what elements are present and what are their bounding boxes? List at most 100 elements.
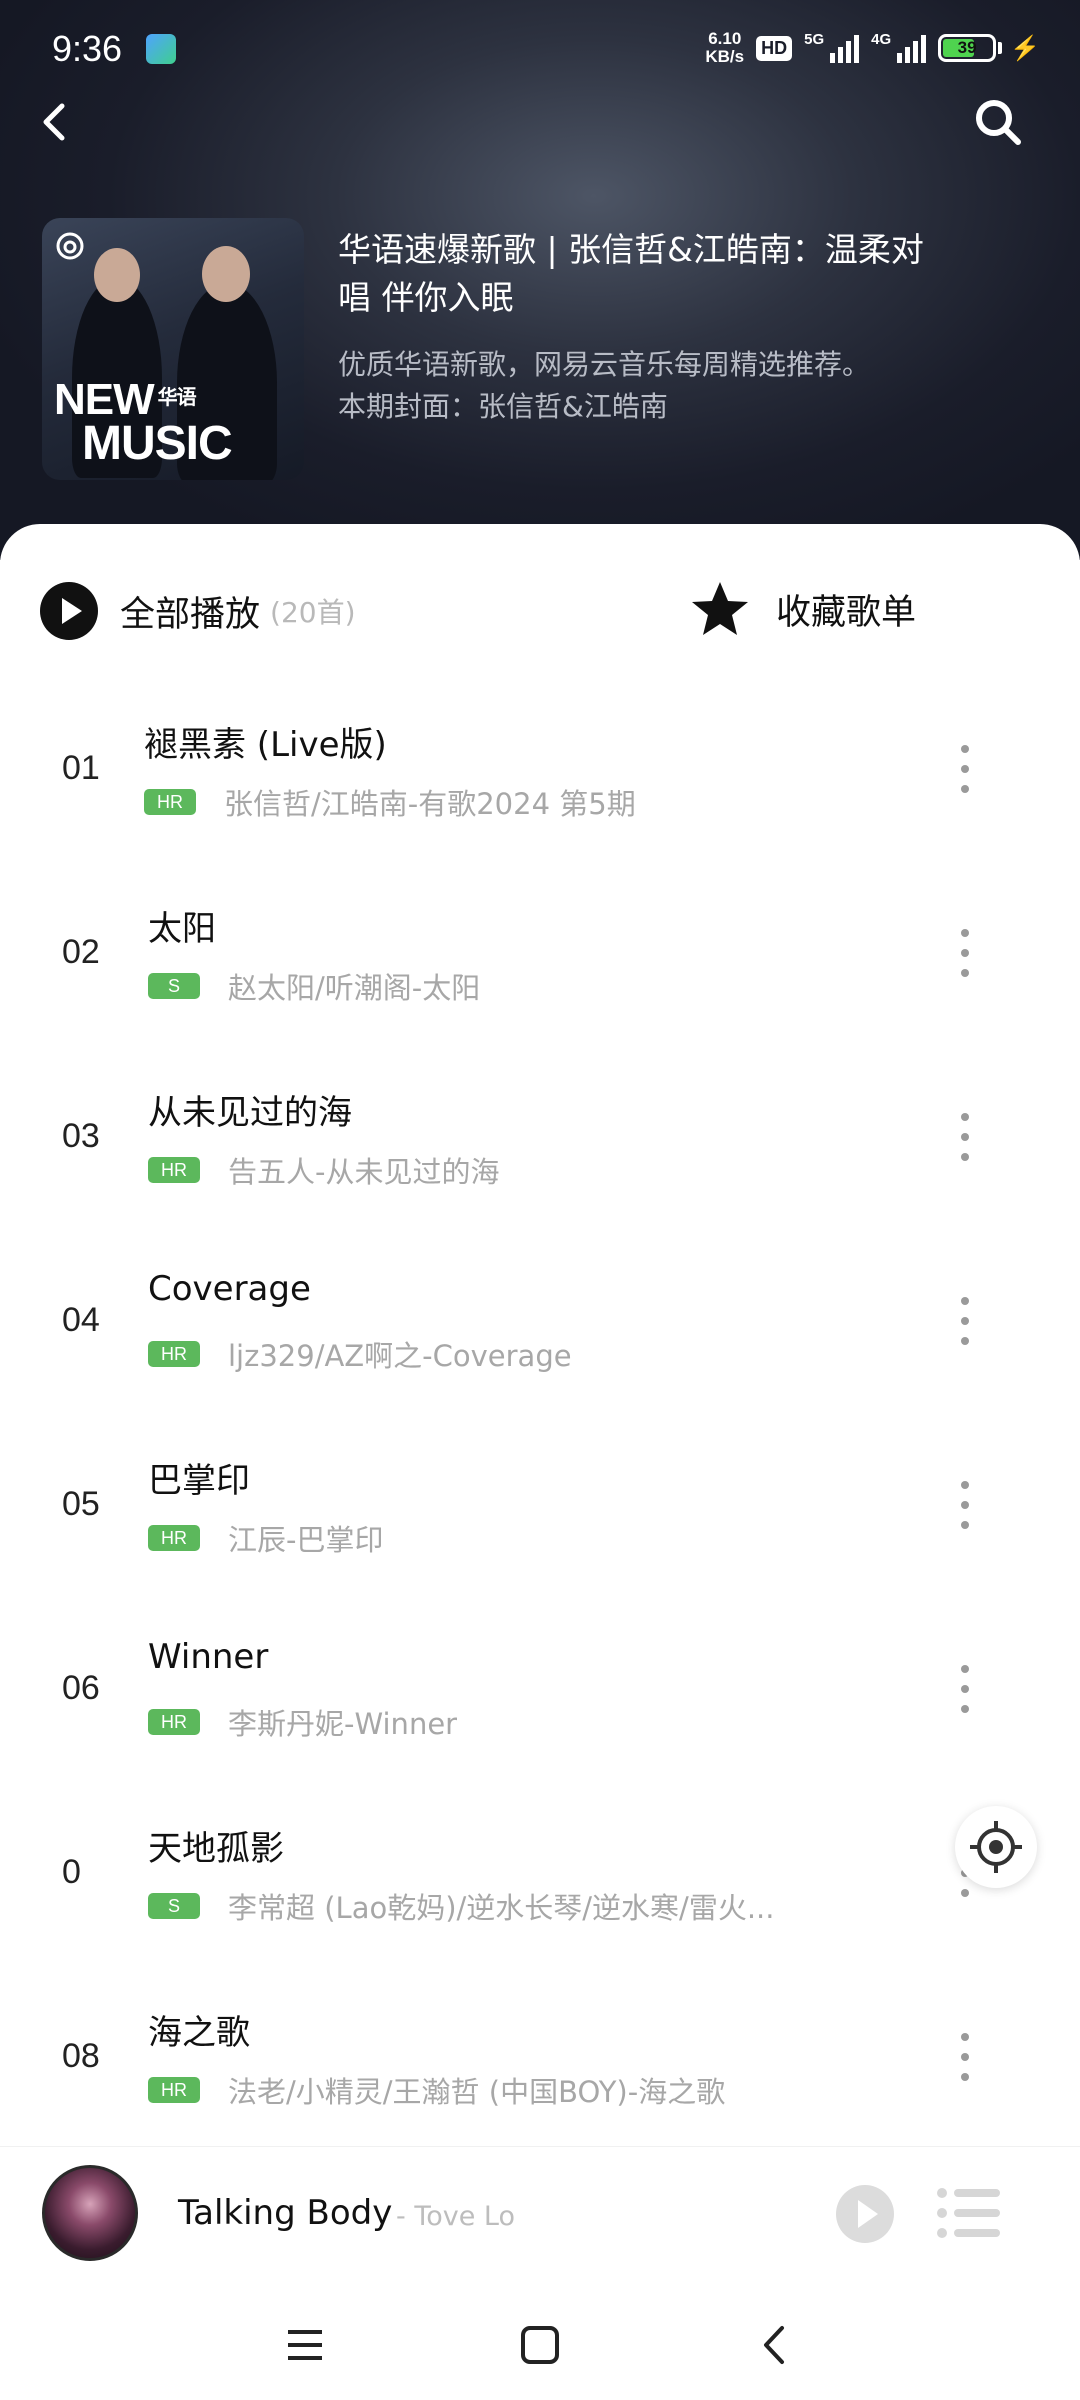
song-list: 01 褪黑素 (Live版) HR 张信哲/江皓南-有歌2024 第5期 02 … (0, 681, 1080, 2153)
song-number: 02 (62, 933, 100, 971)
playlist-queue-icon[interactable] (936, 2185, 1002, 2241)
song-title: 从未见过的海 (148, 1093, 352, 1133)
quality-badge: HR (144, 789, 196, 815)
song-row[interactable]: 03 从未见过的海 HR 告五人-从未见过的海 (0, 1049, 1080, 1233)
song-number: 08 (62, 2037, 100, 2075)
song-artist: 李斯丹妮-Winner (228, 1707, 458, 1741)
signal-4g-icon: 4G (871, 31, 927, 63)
status-time: 9:36 (52, 28, 123, 69)
song-artist: 李常超 (Lao乾妈)/逆水长琴/逆水寒/雷火... (228, 1891, 775, 1925)
song-meta: HR 告五人-从未见过的海 (148, 1149, 848, 1191)
signal-4g-label: 4G (871, 31, 892, 48)
battery-level: 39 (957, 38, 977, 57)
quality-badge: HR (148, 1341, 200, 1367)
battery-icon: 39 ⚡ (938, 34, 1040, 63)
more-options-icon[interactable] (950, 1475, 980, 1535)
network-speed: 6.10 KB/s (705, 30, 744, 66)
status-indicators: 6.10 KB/s HD 5G 4G 39 ⚡ (705, 30, 1040, 66)
song-list-sheet: 全部播放 (20首) 收藏歌单 01 褪黑素 (Live版) HR 张信哲/江皓… (0, 524, 1080, 2400)
now-playing-title: Talking Body (178, 2193, 393, 2233)
song-row[interactable]: 01 褪黑素 (Live版) HR 张信哲/江皓南-有歌2024 第5期 (0, 681, 1080, 865)
menu-icon[interactable] (280, 2320, 330, 2370)
play-button[interactable] (836, 2185, 894, 2243)
play-all-icon (40, 582, 98, 640)
locate-current-song-button[interactable] (955, 1806, 1037, 1888)
song-meta: S 李常超 (Lao乾妈)/逆水长琴/逆水寒/雷火... (148, 1885, 848, 1927)
song-meta: HR 张信哲/江皓南-有歌2024 第5期 (144, 781, 844, 823)
song-number: 06 (62, 1669, 100, 1707)
song-title: Coverage (148, 1269, 311, 1309)
system-navigation-bar (0, 2290, 1080, 2400)
song-number: 05 (62, 1485, 100, 1523)
song-row[interactable]: 05 巴掌印 HR 江辰-巴掌印 (0, 1417, 1080, 1601)
more-options-icon[interactable] (950, 1107, 980, 1167)
song-meta: HR 江辰-巴掌印 (148, 1517, 848, 1559)
back-icon[interactable] (36, 96, 76, 148)
playlist-description-text: 优质华语新歌，网易云音乐每周精选推荐。 (338, 348, 871, 381)
quality-badge: HR (148, 2077, 200, 2103)
song-artist: 法老/小精灵/王瀚哲 (中国BOY)-海之歌 (228, 2075, 726, 2109)
song-artist: 告五人-从未见过的海 (228, 1155, 500, 1189)
song-number: 01 (62, 749, 100, 787)
more-options-icon[interactable] (950, 1659, 980, 1719)
play-all-label: 全部播放 (120, 594, 261, 635)
song-count: (20首) (270, 596, 356, 629)
more-options-icon[interactable] (950, 1291, 980, 1351)
song-title: 海之歌 (148, 2013, 250, 2053)
playlist-cover[interactable]: NEW 华语 MUSIC (42, 218, 304, 480)
song-artist: 赵太阳/听潮阁-太阳 (228, 971, 481, 1005)
song-number: 03 (62, 1117, 100, 1155)
network-speed-unit: KB/s (705, 47, 745, 66)
song-title: 巴掌印 (148, 1461, 250, 1501)
song-title: 褪黑素 (Live版) (144, 725, 387, 765)
song-row[interactable]: 0 天地孤影 S 李常超 (Lao乾妈)/逆水长琴/逆水寒/雷火... (0, 1785, 1080, 1969)
signal-5g-label: 5G (804, 31, 825, 48)
now-playing-artist: - Tove Lo (396, 2201, 516, 2232)
quality-badge: S (148, 1893, 200, 1919)
song-artist: 江辰-巴掌印 (228, 1523, 384, 1557)
status-bar: 9:36 6.10 KB/s HD 5G 4G 39 ⚡ (0, 0, 1080, 100)
song-artist: 张信哲/江皓南-有歌2024 第5期 (224, 787, 636, 821)
more-options-icon[interactable] (950, 739, 980, 799)
song-row[interactable]: 04 Coverage HR ljz329/AZ啊之-Coverage (0, 1233, 1080, 1417)
cover-text-music: MUSIC (82, 417, 233, 470)
more-options-icon[interactable] (950, 2027, 980, 2087)
quality-badge: HR (148, 1525, 200, 1551)
play-all-button[interactable]: 全部播放 (20首) (40, 582, 356, 640)
playlist-title: 华语速爆新歌 | 张信哲&江皓南：温柔对唱 伴你入眠 (338, 230, 924, 317)
playlist-description[interactable]: 优质华语新歌，网易云音乐每周精选推荐。 本期封面：张信哲&江皓南 (338, 344, 938, 428)
cover-face-right (202, 246, 250, 302)
song-meta: HR ljz329/AZ啊之-Coverage (148, 1333, 848, 1375)
song-title: 太阳 (148, 909, 216, 949)
gallery-notification-icon (146, 34, 176, 64)
crosshair-icon (970, 1821, 1022, 1873)
song-meta: HR 法老/小精灵/王瀚哲 (中国BOY)-海之歌 (148, 2069, 848, 2111)
collect-playlist-button[interactable]: 收藏歌单 (690, 580, 916, 638)
signal-5g-icon: 5G (804, 31, 860, 63)
song-artist: ljz329/AZ啊之-Coverage (228, 1339, 572, 1373)
song-number: 04 (62, 1301, 100, 1339)
network-speed-value: 6.10 (708, 29, 742, 48)
mini-player[interactable]: Talking Body - Tove Lo (0, 2146, 1080, 2280)
home-icon[interactable] (515, 2320, 565, 2370)
back-nav-icon[interactable] (750, 2320, 800, 2370)
cover-face-left (94, 248, 140, 302)
song-meta: HR 李斯丹妮-Winner (148, 1701, 848, 1743)
cover-text-tag: 华语 (157, 387, 197, 409)
cover-title: NEW 华语 MUSIC (54, 376, 233, 470)
song-row[interactable]: 06 Winner HR 李斯丹妮-Winner (0, 1601, 1080, 1785)
quality-badge: HR (148, 1709, 200, 1735)
more-options-icon[interactable] (950, 923, 980, 983)
song-number: 0 (62, 1853, 81, 1891)
charging-icon: ⚡ (1010, 34, 1040, 62)
playlist-cover-note: 本期封面：张信哲&江皓南 (338, 390, 668, 423)
song-title: 天地孤影 (148, 1829, 284, 1869)
search-icon[interactable] (972, 96, 1024, 148)
hd-voice-badge: HD (756, 35, 793, 61)
collect-label: 收藏歌单 (776, 592, 917, 633)
song-row[interactable]: 02 太阳 S 赵太阳/听潮阁-太阳 (0, 865, 1080, 1049)
now-playing-cover[interactable] (42, 2165, 138, 2261)
song-meta: S 赵太阳/听潮阁-太阳 (148, 965, 848, 1007)
quality-badge: HR (148, 1157, 200, 1183)
song-row[interactable]: 08 海之歌 HR 法老/小精灵/王瀚哲 (中国BOY)-海之歌 (0, 1969, 1080, 2153)
